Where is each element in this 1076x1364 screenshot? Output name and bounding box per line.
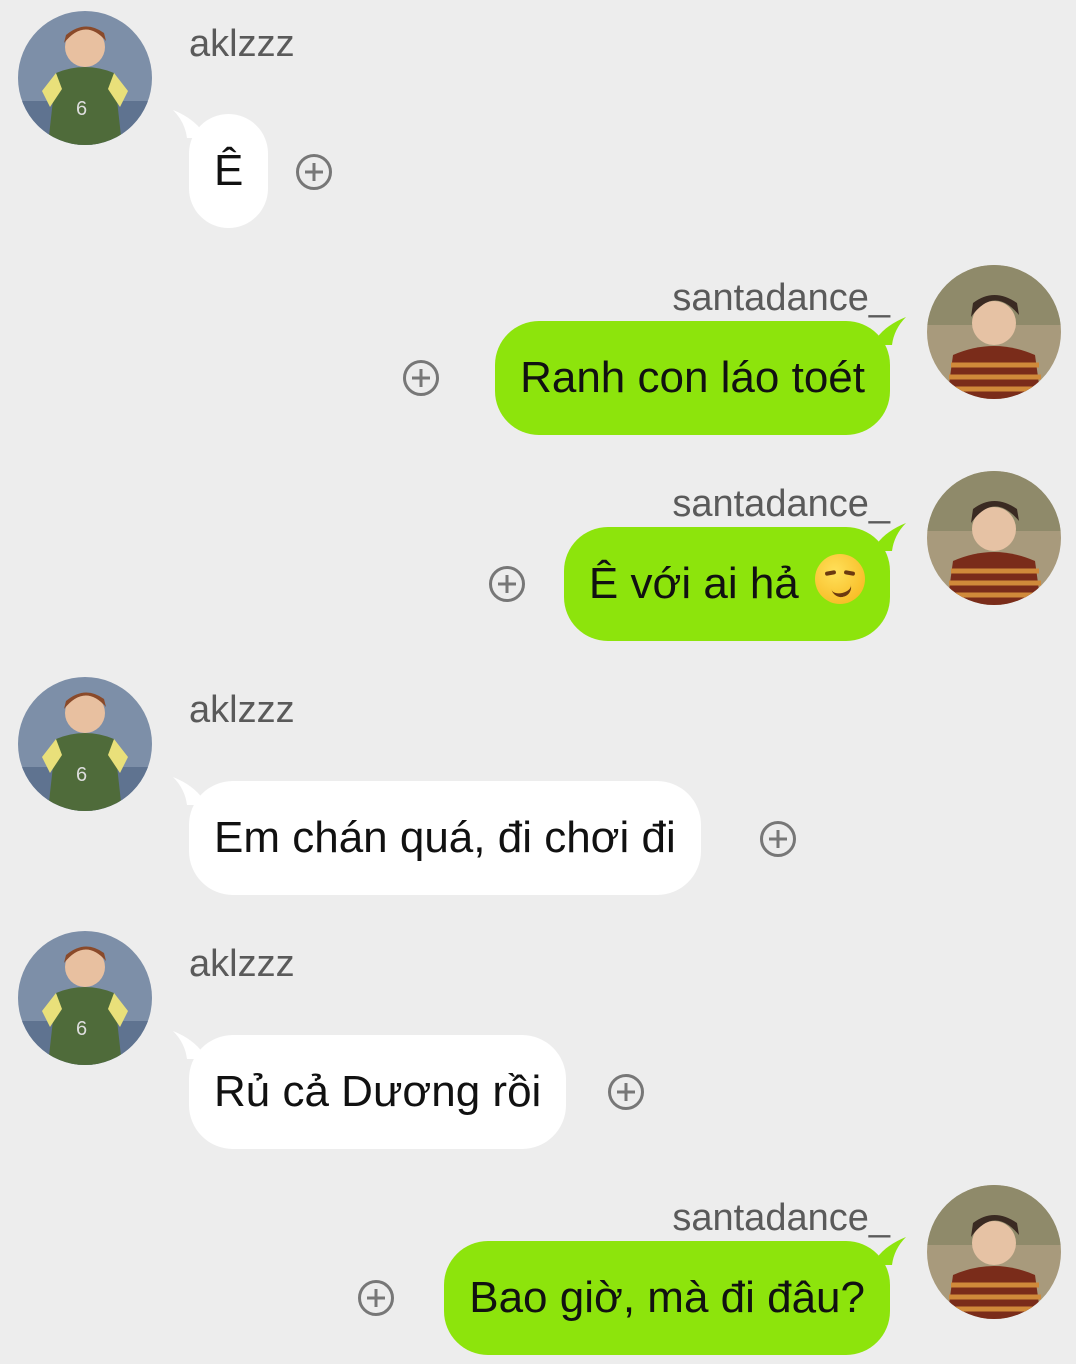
message-bubble[interactable]: Bao giờ, mà đi đâu? — [444, 1237, 906, 1355]
svg-text:6: 6 — [76, 1018, 87, 1040]
avatar[interactable]: 6 — [18, 931, 152, 1065]
avatar-santadance-icon — [927, 1185, 1061, 1319]
message-text: Ê với ai hả — [588, 559, 799, 608]
plus-circle-icon[interactable] — [358, 1280, 394, 1316]
bubble-tail — [173, 110, 203, 138]
avatar-aklzzz-icon: 6 — [18, 931, 152, 1065]
avatar-aklzzz-icon: 6 — [18, 11, 152, 145]
plus-circle-icon[interactable] — [489, 566, 525, 602]
bubble-tail — [876, 523, 906, 551]
plus-circle-icon[interactable] — [403, 360, 439, 396]
bubble-tail — [173, 777, 203, 805]
avatar[interactable] — [927, 265, 1061, 399]
plus-circle-icon[interactable] — [760, 821, 796, 857]
smirking-face-emoji-icon — [815, 554, 865, 604]
avatar[interactable] — [927, 471, 1061, 605]
svg-text:6: 6 — [76, 764, 87, 786]
avatar[interactable]: 6 — [18, 677, 152, 811]
avatar-aklzzz-icon: 6 — [18, 677, 152, 811]
sender-name: santadance_ — [672, 483, 890, 525]
bubble-tail — [876, 317, 906, 345]
message-bubble[interactable]: Ê — [173, 110, 269, 228]
avatar-santadance-icon — [927, 471, 1061, 605]
message-bubble[interactable]: Rủ cả Dương rồi — [173, 1031, 567, 1149]
svg-text:6: 6 — [76, 98, 87, 120]
sender-name: aklzzz — [189, 23, 295, 65]
avatar-santadance-icon — [927, 265, 1061, 399]
plus-circle-icon[interactable] — [296, 154, 332, 190]
bubble-tail — [876, 1237, 906, 1265]
message-bubble[interactable]: Em chán quá, đi chơi đi — [173, 777, 701, 895]
message-text: Em chán quá, đi chơi đi — [214, 813, 676, 862]
message-text: Ê — [214, 146, 244, 195]
avatar[interactable] — [927, 1185, 1061, 1319]
plus-circle-icon[interactable] — [608, 1074, 644, 1110]
sender-name: santadance_ — [672, 277, 890, 319]
message-bubble[interactable]: Ranh con láo toét — [495, 317, 906, 435]
sender-name: aklzzz — [189, 689, 295, 731]
avatar[interactable]: 6 — [18, 11, 152, 145]
message-bubble[interactable]: Ê với ai hả — [563, 523, 906, 641]
sender-name: aklzzz — [189, 943, 295, 985]
message-text: Bao giờ, mà đi đâu? — [469, 1273, 865, 1322]
bubble-tail — [173, 1031, 203, 1059]
sender-name: santadance_ — [672, 1197, 890, 1239]
message-text: Ranh con láo toét — [520, 353, 865, 402]
message-text: Rủ cả Dương rồi — [214, 1067, 542, 1116]
